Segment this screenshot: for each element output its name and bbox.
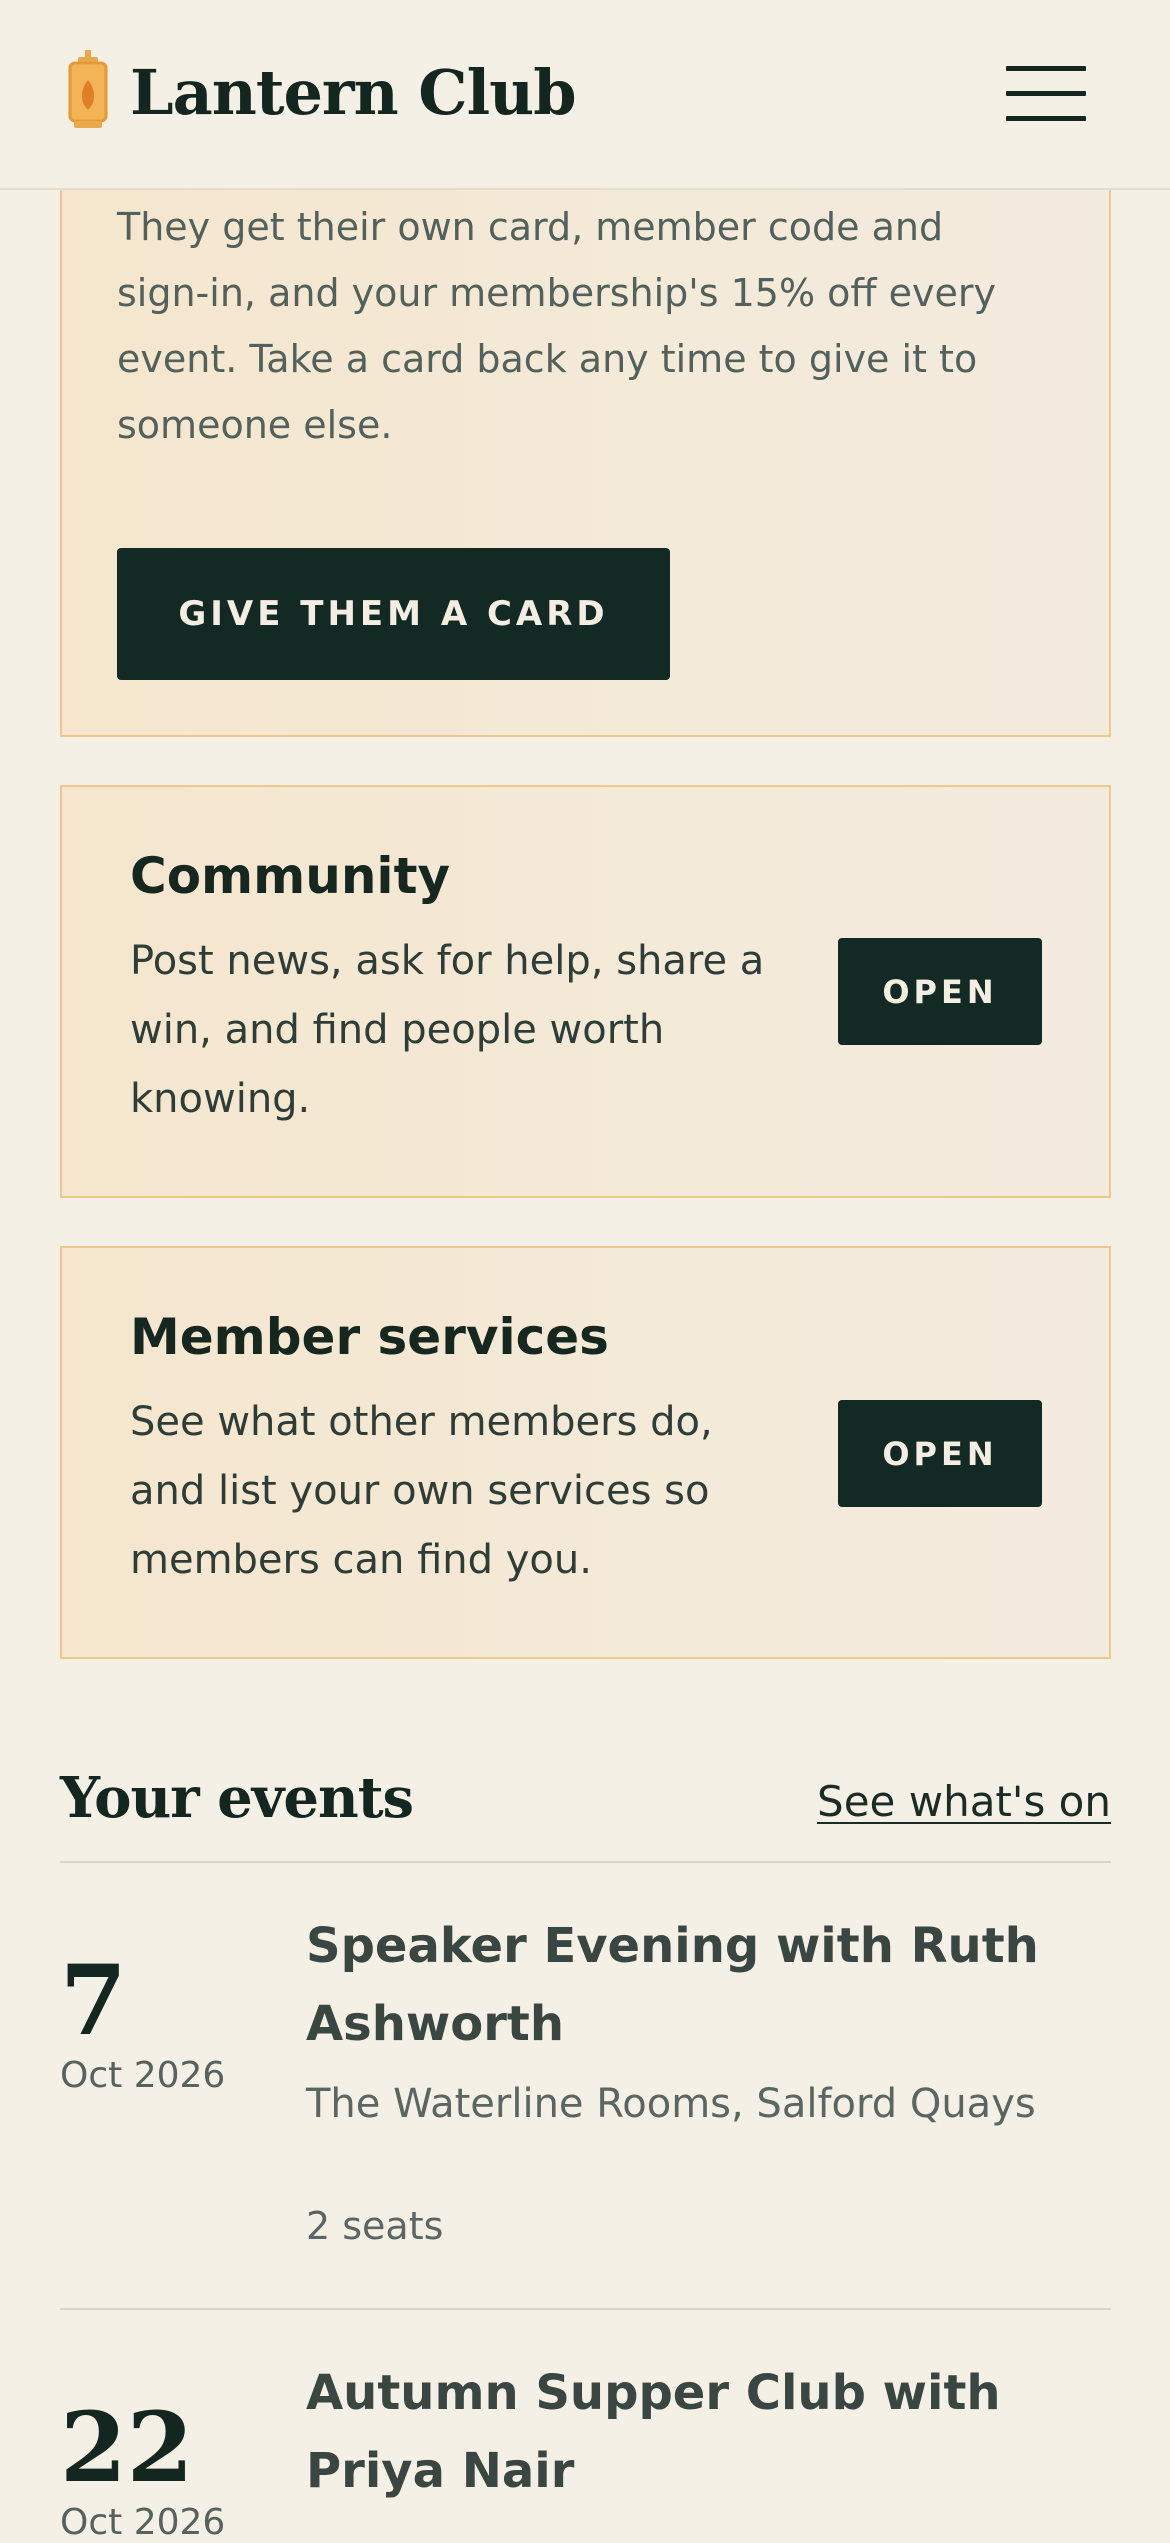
event-month: Oct 2026: [60, 2055, 226, 2096]
event-month: Oct 2026: [60, 2502, 226, 2543]
give-card-panel: They get their own card, member code and…: [60, 130, 1111, 737]
give-card-button[interactable]: GIVE THEM A CARD: [117, 548, 670, 680]
member-services-open-button[interactable]: OPEN: [838, 1400, 1042, 1507]
member-services-card: Member services See what other members d…: [60, 1246, 1111, 1659]
event-seats: 2 seats: [306, 2204, 444, 2248]
community-open-button[interactable]: OPEN: [838, 938, 1042, 1045]
event-item[interactable]: 7 Oct 2026 Speaker Evening with Ruth Ash…: [60, 1863, 1111, 2308]
event-item[interactable]: 22 Oct 2026 Autumn Supper Club with Priy…: [60, 2310, 1111, 2543]
site-header: Lantern Club: [0, 0, 1170, 190]
community-card: Community Post news, ask for help, share…: [60, 785, 1111, 1198]
brand-name: Lantern Club: [130, 55, 577, 129]
hamburger-menu-icon[interactable]: [1006, 66, 1086, 122]
see-whats-on-link[interactable]: See what's on: [817, 1777, 1111, 1826]
member-services-title: Member services: [130, 1308, 609, 1366]
brand-logo[interactable]: Lantern Club: [66, 50, 577, 134]
event-day: 22: [60, 2391, 194, 2504]
event-title[interactable]: Speaker Evening with Ruth Ashworth: [306, 1907, 1106, 2063]
event-title[interactable]: Autumn Supper Club with Priya Nair: [306, 2354, 1106, 2510]
member-services-description: See what other members do, and list your…: [130, 1399, 713, 1583]
lantern-icon: [66, 50, 110, 134]
give-card-description: They get their own card, member code and…: [117, 205, 996, 447]
events-header: Your events See what's on: [60, 1755, 1111, 1865]
community-description: Post news, ask for help, share a win, an…: [130, 938, 765, 1122]
event-venue: The Waterline Rooms, Salford Quays: [306, 2081, 1036, 2127]
community-title: Community: [130, 847, 451, 905]
event-day: 7: [60, 1944, 127, 2057]
events-title: Your events: [60, 1765, 414, 1831]
